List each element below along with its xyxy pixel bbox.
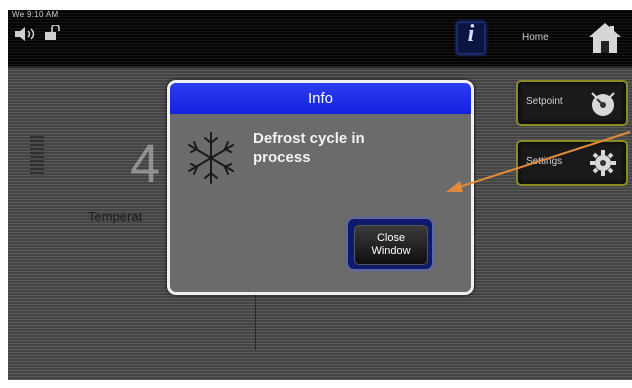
info-icon: i (467, 21, 475, 47)
speaker-icon[interactable] (14, 27, 40, 41)
close-label-line-2: Window (371, 245, 411, 257)
setpoint-icon (591, 92, 615, 116)
home-icon[interactable] (588, 22, 622, 54)
setpoint-label: Setpoint (526, 96, 563, 107)
setpoint-button[interactable]: Setpoint (516, 80, 628, 126)
temperature-label: Temperat (88, 209, 143, 224)
top-status-bar: We 9:10 AM i Home (8, 10, 632, 68)
info-button[interactable]: i (457, 21, 485, 54)
close-window-button[interactable]: Close Window (348, 219, 432, 269)
clock-text: We 9:10 AM (12, 10, 59, 19)
message-line-1: Defrost cycle in (253, 130, 365, 147)
message-line-2: process (253, 149, 311, 166)
close-window-face[interactable]: Close Window (354, 225, 428, 265)
unlock-icon[interactable] (44, 25, 62, 41)
home-label[interactable]: Home (522, 32, 549, 43)
snowflake-icon (188, 132, 234, 184)
temperature-value: 4 (130, 134, 161, 194)
divider-line (255, 290, 256, 350)
close-label-line-1: Close (376, 232, 406, 244)
vertical-label (30, 136, 44, 176)
annotation-arrow (446, 131, 631, 192)
dialog-title: Info (170, 83, 471, 114)
dialog-message: Defrost cycle in process (253, 129, 453, 167)
info-dialog: Info Defrost cycle in process Close Wind… (167, 80, 474, 295)
